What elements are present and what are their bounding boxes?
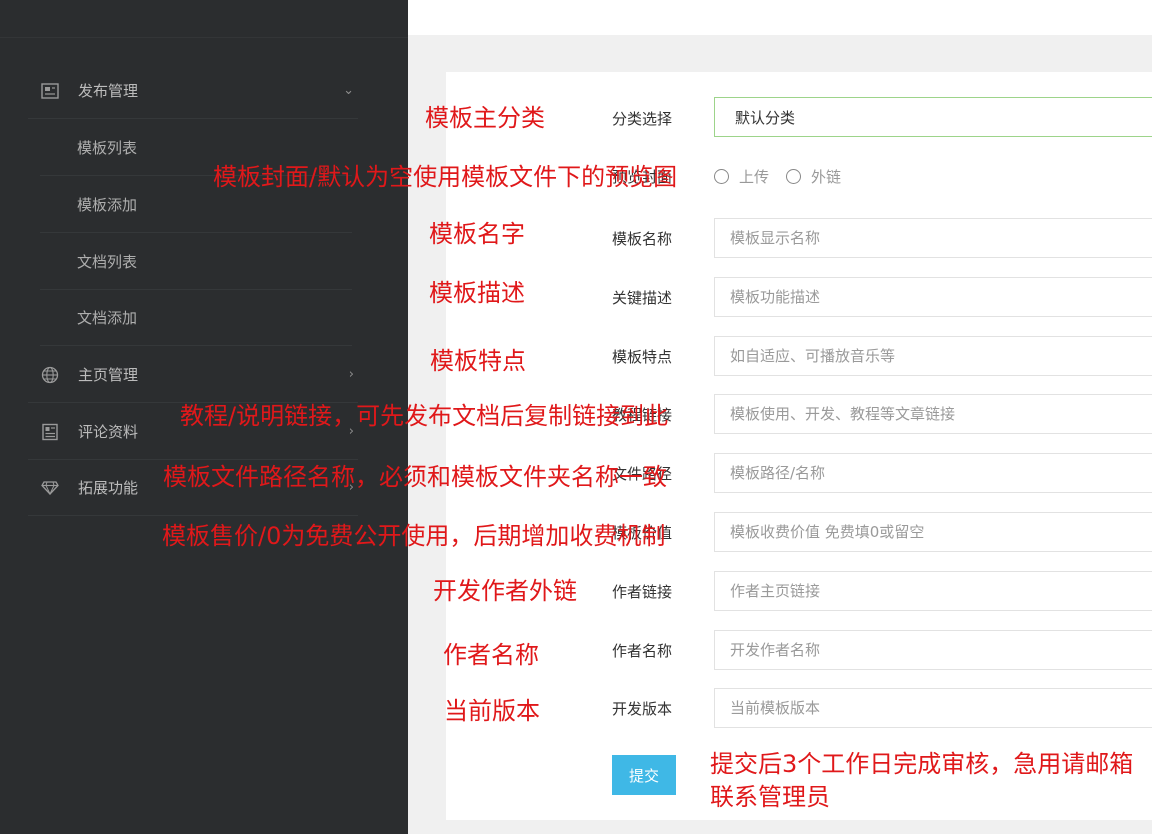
annotation-submit: 提交后3个工作日完成审核，急用请邮箱联系管理员 <box>710 750 1134 811</box>
sidebar-subitem-doc-add[interactable]: 文档添加 <box>40 290 352 346</box>
annotation-price: 模板售价/0为免费公开使用，后期增加收费机制 <box>162 522 666 550</box>
cover-upload-radio[interactable]: 上传 <box>714 166 769 187</box>
cover-radio-group: 上传 外链 <box>714 166 858 187</box>
newspaper-icon <box>40 422 60 442</box>
sidebar-subitem-label: 模板列表 <box>77 139 138 157</box>
version-input[interactable] <box>714 688 1152 728</box>
diamond-icon <box>40 478 60 498</box>
radio-circle-icon <box>714 169 729 184</box>
submit-button[interactable]: 提交 <box>612 755 676 795</box>
features-label: 模板特点 <box>612 348 673 366</box>
sidebar-item-home[interactable]: 主页管理 › <box>28 347 358 403</box>
desc-label: 关键描述 <box>612 289 673 307</box>
annotation-desc: 模板描述 <box>429 279 525 307</box>
annotation-tutorial: 教程/说明链接，可先发布文档后复制链接到此 <box>180 402 669 430</box>
category-select[interactable]: 默认分类 <box>714 97 1152 137</box>
author-link-label: 作者链接 <box>612 583 673 601</box>
cover-link-radio[interactable]: 外链 <box>786 166 841 187</box>
sidebar-header <box>0 0 408 38</box>
sidebar-subitem-label: 模板添加 <box>77 196 138 214</box>
sidebar-item-label: 主页管理 <box>78 366 139 384</box>
version-label: 开发版本 <box>612 700 673 718</box>
features-input[interactable] <box>714 336 1152 376</box>
chevron-right-icon: › <box>348 367 354 382</box>
top-header <box>408 0 1152 35</box>
annotation-name: 模板名字 <box>429 220 525 248</box>
news-icon <box>40 81 60 101</box>
sidebar-subitem-label: 文档添加 <box>77 309 138 327</box>
sidebar-item-label: 拓展功能 <box>78 479 139 497</box>
desc-input[interactable] <box>714 277 1152 317</box>
sidebar-item-label: 评论资料 <box>78 423 139 441</box>
name-label: 模板名称 <box>612 230 673 248</box>
price-input[interactable] <box>714 512 1152 552</box>
path-input[interactable] <box>714 453 1152 493</box>
annotation-cover: 模板封面/默认为空使用模板文件下的预览图 <box>213 163 678 191</box>
sidebar-subitem-label: 文档列表 <box>77 253 138 271</box>
author-name-label: 作者名称 <box>612 642 673 660</box>
name-input[interactable] <box>714 218 1152 258</box>
author-link-input[interactable] <box>714 571 1152 611</box>
annotation-author-link: 开发作者外链 <box>433 577 577 605</box>
chevron-down-icon: ⌄ <box>343 83 354 98</box>
globe-icon <box>40 365 60 385</box>
radio-circle-icon <box>786 169 802 184</box>
author-name-input[interactable] <box>714 630 1152 670</box>
category-select-value: 默认分类 <box>735 108 796 127</box>
annotation-author-name: 作者名称 <box>443 641 539 669</box>
sidebar-subitem-doc-list[interactable]: 文档列表 <box>40 234 352 290</box>
annotation-path: 模板文件路径名称，必须和模板文件夹名称一致 <box>163 463 667 491</box>
sidebar-item-publish[interactable]: 发布管理 ⌄ <box>28 63 358 119</box>
radio-label: 外链 <box>811 168 842 186</box>
annotation-version: 当前版本 <box>444 697 540 725</box>
sidebar-item-label: 发布管理 <box>78 82 139 100</box>
radio-label: 上传 <box>739 168 770 186</box>
annotation-features: 模板特点 <box>430 347 526 375</box>
annotation-category: 模板主分类 <box>425 104 545 132</box>
category-label: 分类选择 <box>612 110 673 128</box>
tutorial-input[interactable] <box>714 394 1152 434</box>
